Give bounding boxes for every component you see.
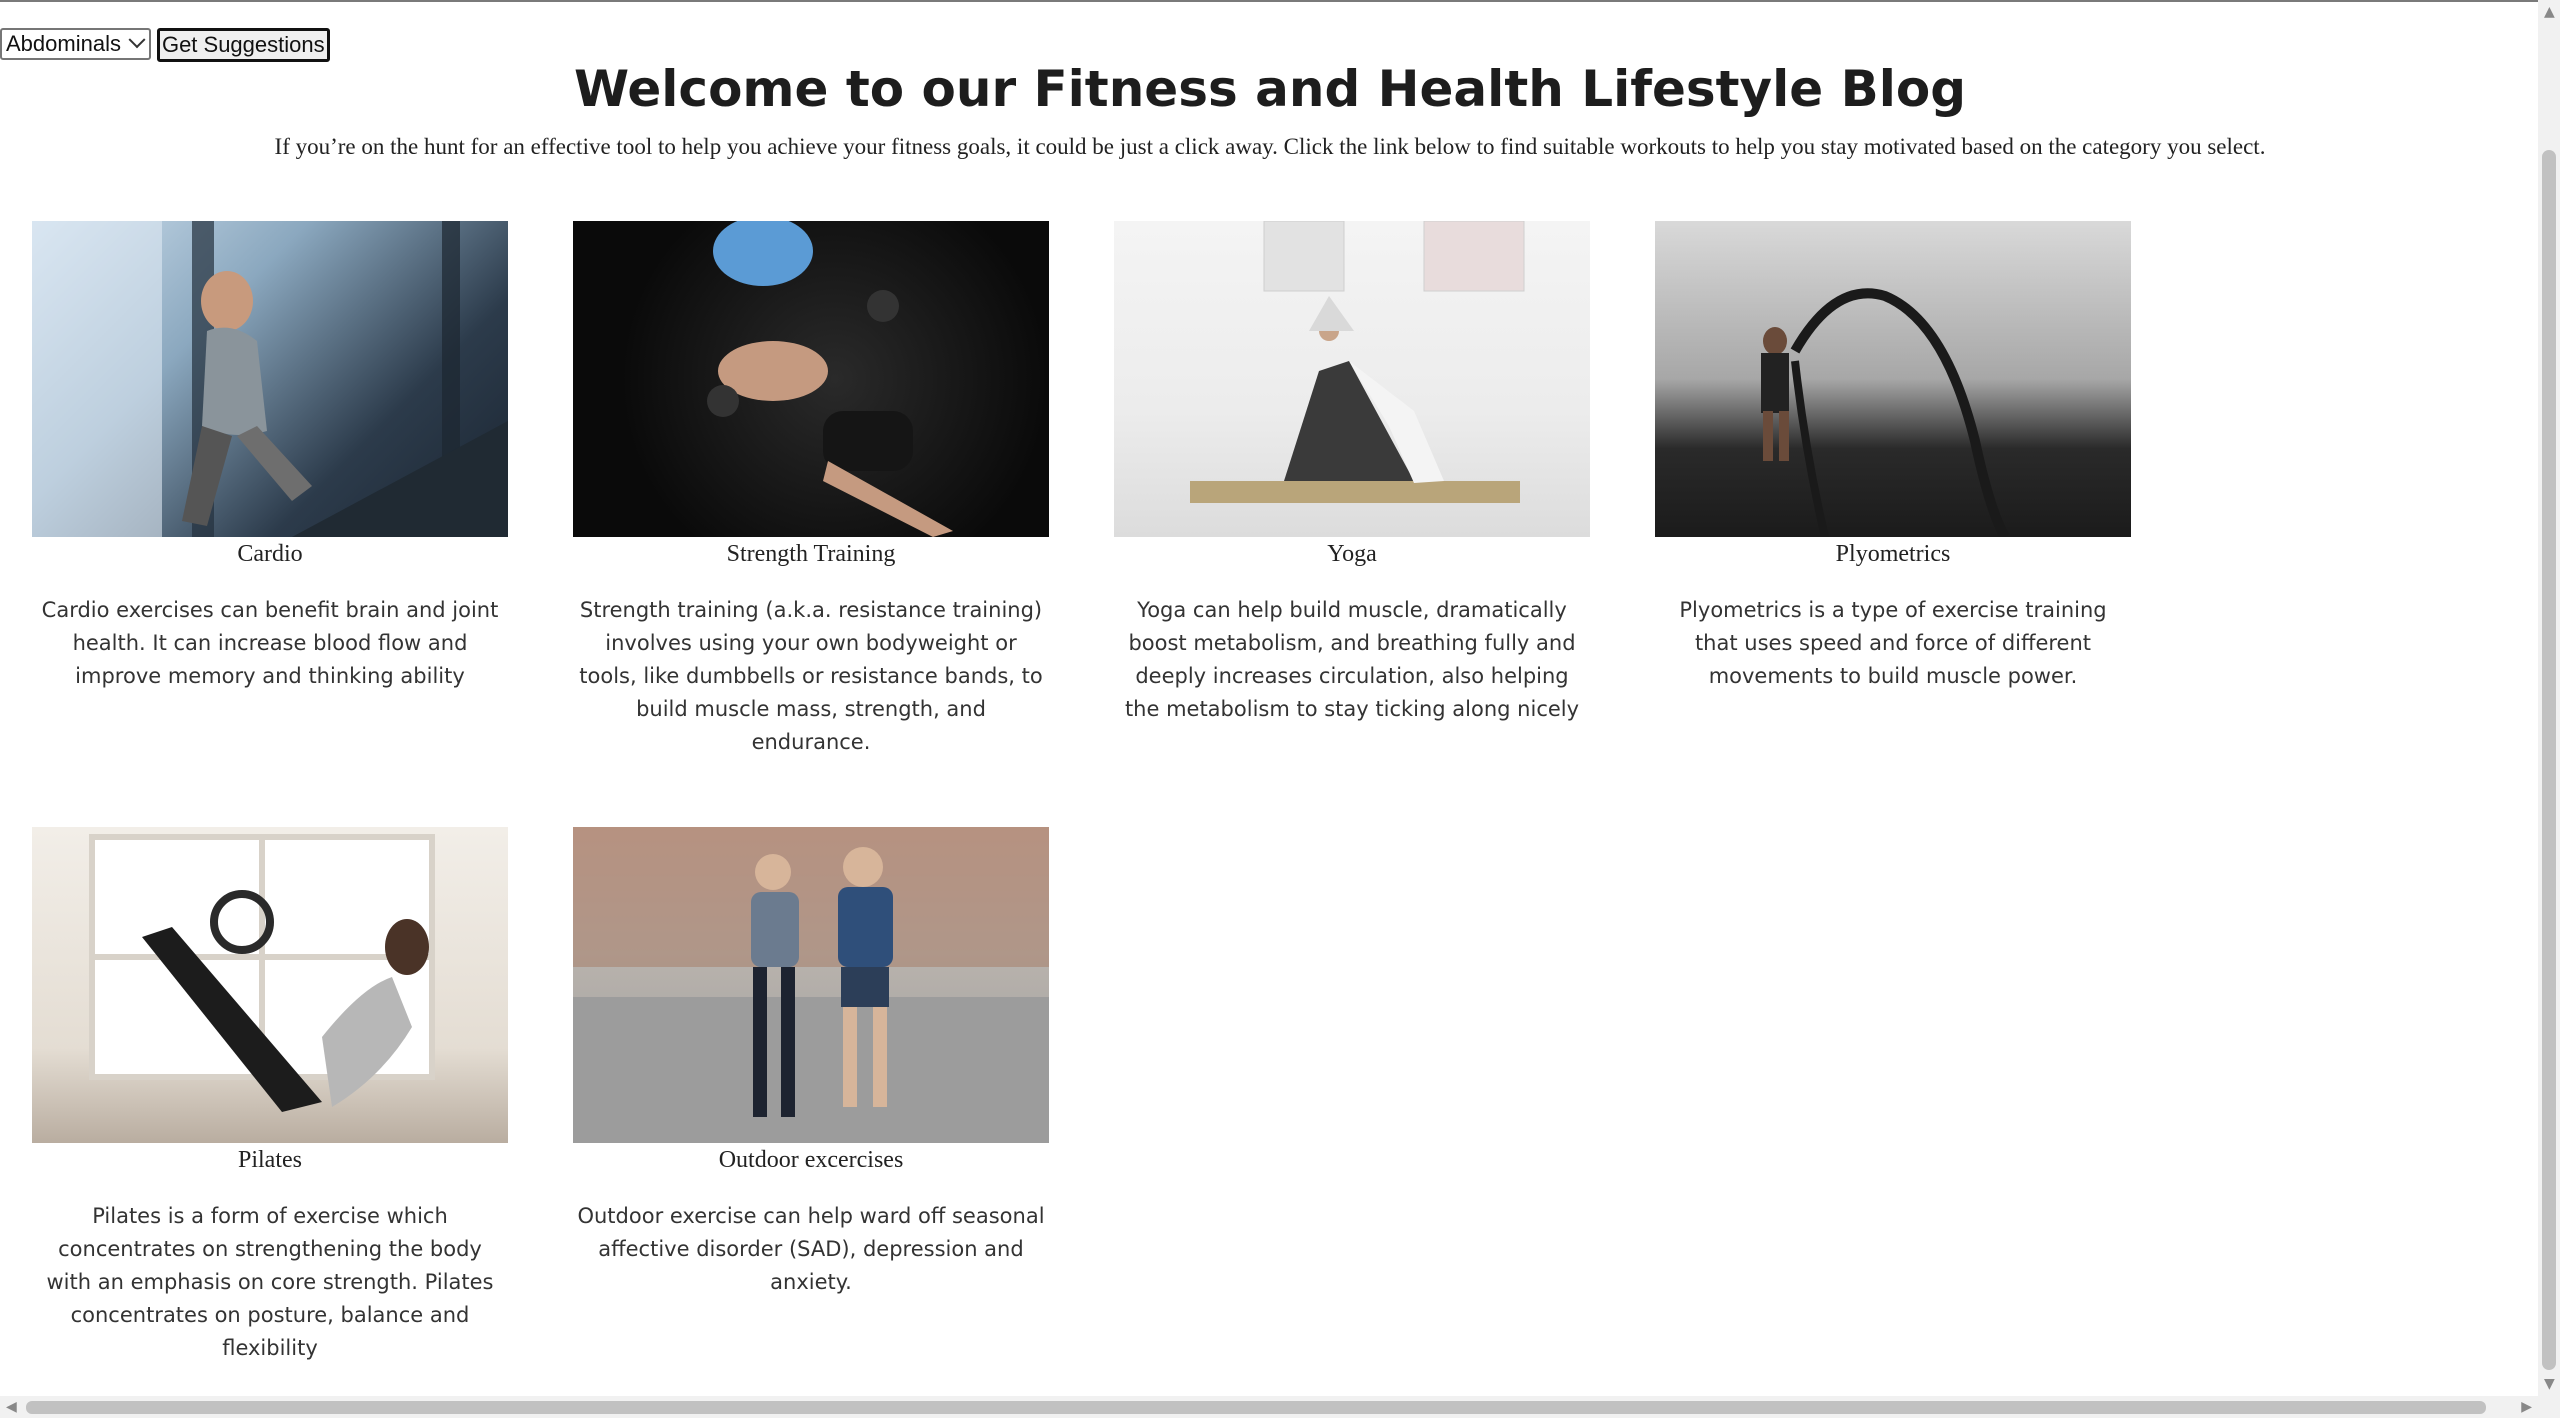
card-description: Plyometrics is a type of exercise traini… [1679, 598, 2107, 688]
card-title: Plyometrics [1835, 541, 1951, 567]
scroll-down-icon[interactable]: ▼ [2544, 1376, 2555, 1392]
card-strength-training: Strength Training Strength training (a.k… [573, 221, 1049, 759]
cardio-photo [32, 221, 508, 537]
pilates-photo [32, 827, 508, 1143]
category-select[interactable]: Abdominals [0, 28, 151, 60]
card-pilates: Pilates Pilates is a form of exercise wh… [32, 827, 508, 1365]
card-description: Yoga can help build muscle, dramatically… [1124, 598, 1580, 721]
vertical-scroll-thumb[interactable] [2542, 150, 2556, 1370]
scroll-up-icon[interactable]: ▲ [2544, 4, 2555, 20]
outdoor-excercises-photo [573, 827, 1049, 1143]
card-outdoor-excercises: Outdoor excercises Outdoor exercise can … [573, 827, 1049, 1299]
card-description: Pilates is a form of exercise which conc… [46, 1204, 494, 1360]
card-title: Cardio [237, 541, 303, 567]
horizontal-scrollbar[interactable]: ◀ ▶ [0, 1396, 2538, 1418]
card-title: Outdoor excercises [718, 1147, 904, 1173]
category-select-value: Abdominals [6, 31, 121, 56]
scroll-right-icon[interactable]: ▶ [2521, 1399, 2532, 1415]
card-description: Strength training (a.k.a. resistance tra… [579, 598, 1043, 754]
card-title: Strength Training [726, 541, 896, 567]
get-suggestions-button[interactable]: Get Suggestions [156, 28, 330, 62]
intro-text: If you’re on the hunt for an effective t… [274, 134, 2266, 159]
card-title: Yoga [1327, 541, 1377, 567]
card-title: Pilates [238, 1147, 302, 1173]
suggestion-controls: Abdominals Get Suggestions [0, 28, 330, 62]
page-title: Welcome to our Fitness and Health Lifest… [574, 60, 1966, 118]
card-description: Outdoor exercise can help ward off seaso… [577, 1204, 1045, 1294]
card-yoga: Yoga Yoga can help build muscle, dramati… [1114, 221, 1590, 726]
card-cardio: Cardio Cardio exercises can benefit brai… [32, 221, 508, 693]
yoga-photo [1114, 221, 1590, 537]
horizontal-scroll-thumb[interactable] [26, 1401, 2486, 1414]
card-plyometrics: Plyometrics Plyometrics is a type of exe… [1655, 221, 2131, 693]
scroll-left-icon[interactable]: ◀ [6, 1399, 17, 1415]
vertical-scrollbar[interactable]: ▲ ▼ [2538, 0, 2560, 1418]
chevron-down-icon [128, 31, 146, 49]
window-top-border [0, 0, 2560, 2]
card-description: Cardio exercises can benefit brain and j… [41, 598, 499, 688]
strength-training-photo [573, 221, 1049, 537]
plyometrics-photo [1655, 221, 2131, 537]
